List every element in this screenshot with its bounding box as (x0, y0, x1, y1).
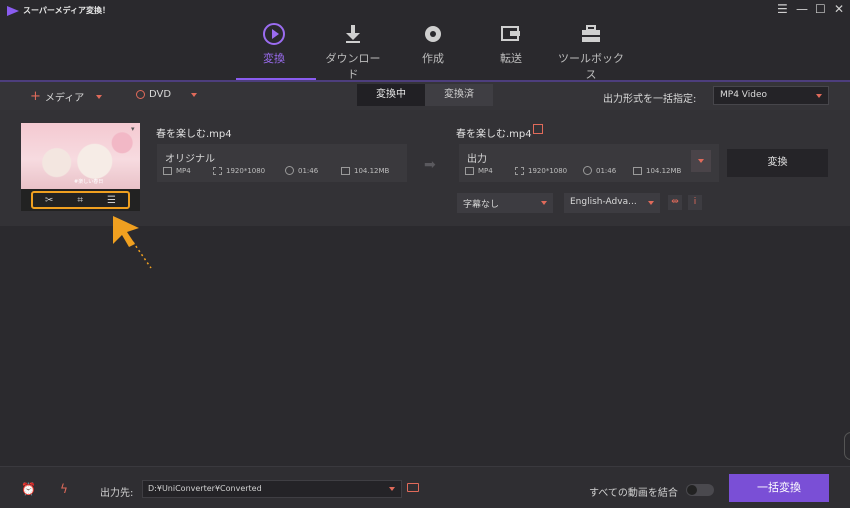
add-media-label: メディア (44, 93, 85, 104)
source-filename: 春を楽しむ.mp4 (156, 129, 232, 140)
info-icon: i (693, 197, 697, 207)
tab-convert-label: 変換 (263, 52, 285, 65)
output-title: 出力 (467, 154, 487, 165)
source-info-row: MP4 1920*1080 01:46 104.12MB (163, 166, 401, 175)
tab-transfer[interactable]: 転送 (494, 22, 528, 80)
lightning-icon[interactable]: ϟ (60, 482, 68, 496)
side-handle[interactable] (844, 432, 850, 460)
clock-icon (583, 166, 592, 175)
tab-convert[interactable]: 変換 (254, 22, 294, 80)
info-button[interactable]: i (688, 195, 702, 210)
folder-icon (633, 166, 642, 175)
alarm-clock-icon[interactable]: ⏰ (21, 482, 36, 496)
add-subtitle-button[interactable]: ⇹ (668, 195, 682, 210)
active-tab-indicator (236, 78, 316, 80)
arrow-right-icon: ➡ (424, 157, 436, 173)
format-icon (465, 166, 474, 175)
plus-icon: + (30, 89, 41, 104)
format-icon (163, 166, 172, 175)
merge-label: すべての動画を結合 (589, 488, 678, 499)
output-settings-dropdown[interactable] (691, 150, 711, 172)
format-label: 出力形式を一括指定: (603, 94, 697, 105)
dvd-label: DVD (149, 89, 172, 100)
tab-toolbox-label: ツールボックス (558, 52, 624, 81)
minimize-icon[interactable]: — (796, 2, 808, 16)
video-thumbnail[interactable]: ▾ #楽しい春日 ✂ ⌗ ☰ (21, 123, 140, 211)
convert-button[interactable]: 変換 (727, 149, 828, 177)
effects-icon[interactable]: ☰ (107, 195, 116, 206)
batch-convert-button[interactable]: 一括変換 (729, 474, 829, 502)
merge-toggle[interactable] (686, 484, 714, 496)
audio-track-select[interactable]: English-Adva... (564, 193, 660, 213)
tab-download-label: ダウンロード (325, 52, 381, 81)
folder-icon (341, 166, 350, 175)
chevron-down-icon[interactable] (191, 92, 198, 97)
output-path-select[interactable]: D:¥UniConverter¥Converted (142, 480, 402, 498)
audio-track-value: English-Adva... (570, 197, 637, 207)
output-size: 104.12MB (646, 166, 682, 175)
window-controls: ☰ — ☐ ✕ (777, 2, 844, 16)
download-icon (322, 22, 384, 46)
chevron-down-icon (816, 94, 822, 98)
title-bar: スーパーメディア変換！ ☰ — ☐ ✕ 変換 ダウンロード 作成 転送 ツールボ… (0, 0, 850, 81)
clock-icon (285, 166, 294, 175)
app-logo-icon (7, 6, 19, 16)
transfer-icon (494, 22, 528, 46)
chevron-down-icon (541, 201, 547, 205)
tab-transfer-label: 転送 (500, 52, 522, 65)
source-resolution: 1920*1080 (226, 166, 266, 175)
convert-status-tabs: 変換中 変換済 (357, 84, 493, 106)
subtitle-select[interactable]: 字幕なし (457, 193, 553, 213)
chevron-down-icon[interactable] (96, 94, 103, 99)
output-info-row: MP4 1920*1080 01:46 104.12MB (465, 166, 693, 175)
output-format-value: MP4 Video (720, 90, 767, 100)
tab-toolbox[interactable]: ツールボックス (558, 22, 624, 81)
tab-converted[interactable]: 変換済 (425, 84, 493, 106)
source-title: オリジナル (165, 154, 215, 165)
open-folder-icon[interactable] (407, 483, 419, 492)
output-path-value: D:¥UniConverter¥Converted (148, 484, 262, 493)
source-info: オリジナル MP4 1920*1080 01:46 104.12MB (157, 144, 407, 182)
output-filename: 春を楽しむ.mp4 (456, 129, 532, 140)
subtitle-value: 字幕なし (463, 200, 500, 210)
pointer-arrow-icon (113, 216, 152, 269)
tab-converting[interactable]: 変換中 (357, 84, 425, 106)
output-duration: 01:46 (596, 166, 617, 175)
chevron-down-icon (648, 201, 654, 205)
output-format-select[interactable]: MP4 Video (713, 86, 829, 105)
app-title: スーパーメディア変換！ (23, 6, 111, 15)
output-format: MP4 (478, 166, 493, 175)
output-info: 出力 MP4 1920*1080 01:46 104.12MB (459, 144, 719, 182)
edit-icon[interactable] (533, 124, 543, 134)
tab-download[interactable]: ダウンロード (322, 22, 384, 81)
disc-icon (416, 22, 450, 46)
thumbnail-caption: #楽しい春日 (74, 179, 104, 185)
close-icon[interactable]: ✕ (834, 2, 844, 16)
menu-icon[interactable]: ☰ (777, 2, 788, 16)
toolbox-icon (558, 22, 624, 46)
resolution-icon (213, 166, 222, 175)
maximize-icon[interactable]: ☐ (815, 2, 826, 16)
crop-icon[interactable]: ⌗ (77, 195, 83, 206)
source-format: MP4 (176, 166, 191, 175)
tab-create-label: 作成 (422, 52, 444, 65)
convert-icon (254, 22, 294, 46)
source-size: 104.12MB (354, 166, 390, 175)
split-icon: ⇹ (671, 197, 679, 207)
chevron-down-icon (389, 487, 395, 491)
resolution-icon (515, 166, 524, 175)
add-media-button[interactable]: + メディア (30, 89, 103, 104)
output-resolution: 1920*1080 (528, 166, 568, 175)
chevron-down-icon (698, 159, 704, 163)
dvd-icon (136, 90, 145, 99)
scissors-icon[interactable]: ✂ (45, 195, 53, 206)
output-label: 出力先: (100, 488, 134, 499)
tab-create[interactable]: 作成 (416, 22, 450, 80)
source-duration: 01:46 (298, 166, 319, 175)
check-icon: ▾ (131, 125, 135, 133)
edit-tools: ✂ ⌗ ☰ (31, 191, 130, 209)
dvd-button[interactable]: DVD (136, 89, 198, 100)
